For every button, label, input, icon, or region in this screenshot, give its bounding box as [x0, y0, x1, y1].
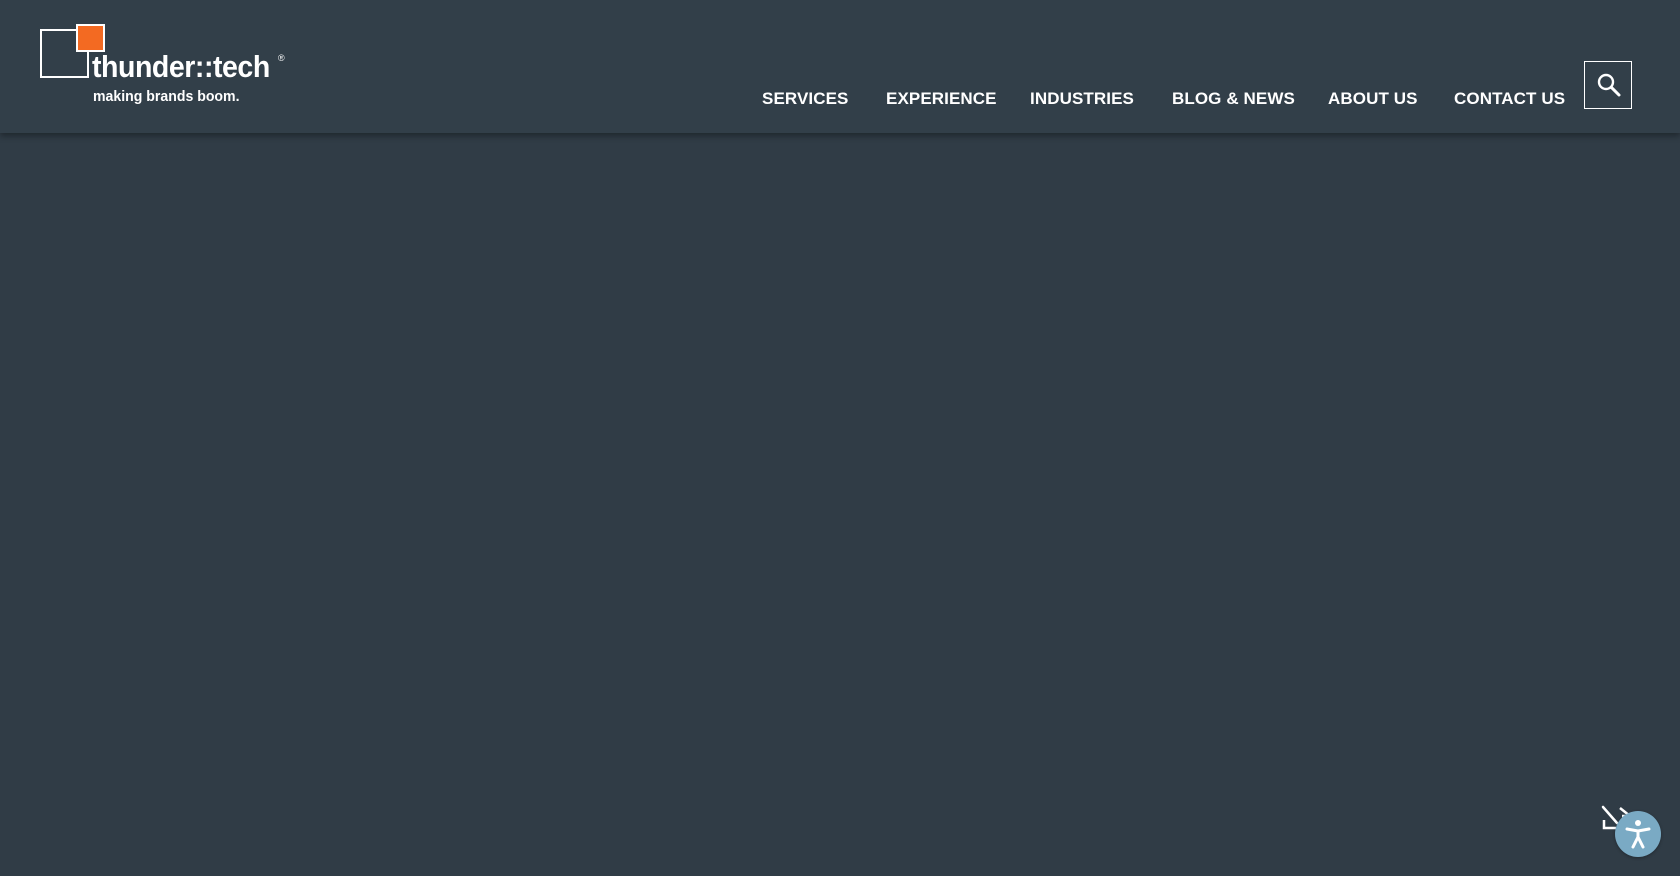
- nav-item-industries[interactable]: INDUSTRIES: [1030, 86, 1134, 112]
- registered-mark: ®: [278, 53, 285, 63]
- site-logo[interactable]: thunder::tech ® making brands boom.: [40, 24, 300, 108]
- logo-wordmark: thunder::tech: [92, 49, 270, 84]
- nav-item-services[interactable]: SERVICES: [762, 86, 848, 112]
- main-content: [0, 133, 1680, 876]
- accessibility-icon: [1625, 820, 1651, 849]
- accessibility-button[interactable]: [1615, 811, 1661, 857]
- logo-orange-square: [76, 24, 105, 52]
- site-header: thunder::tech ® making brands boom. SERV…: [0, 0, 1680, 133]
- nav-item-experience[interactable]: EXPERIENCE: [886, 86, 997, 112]
- nav-item-contact-us[interactable]: CONTACT US: [1454, 86, 1565, 112]
- nav-item-blog-news[interactable]: BLOG & NEWS: [1172, 86, 1295, 112]
- nav-item-about-us[interactable]: ABOUT US: [1328, 86, 1418, 112]
- search-icon: [1597, 73, 1621, 97]
- search-button[interactable]: [1584, 61, 1632, 109]
- logo-tagline: making brands boom.: [93, 88, 240, 105]
